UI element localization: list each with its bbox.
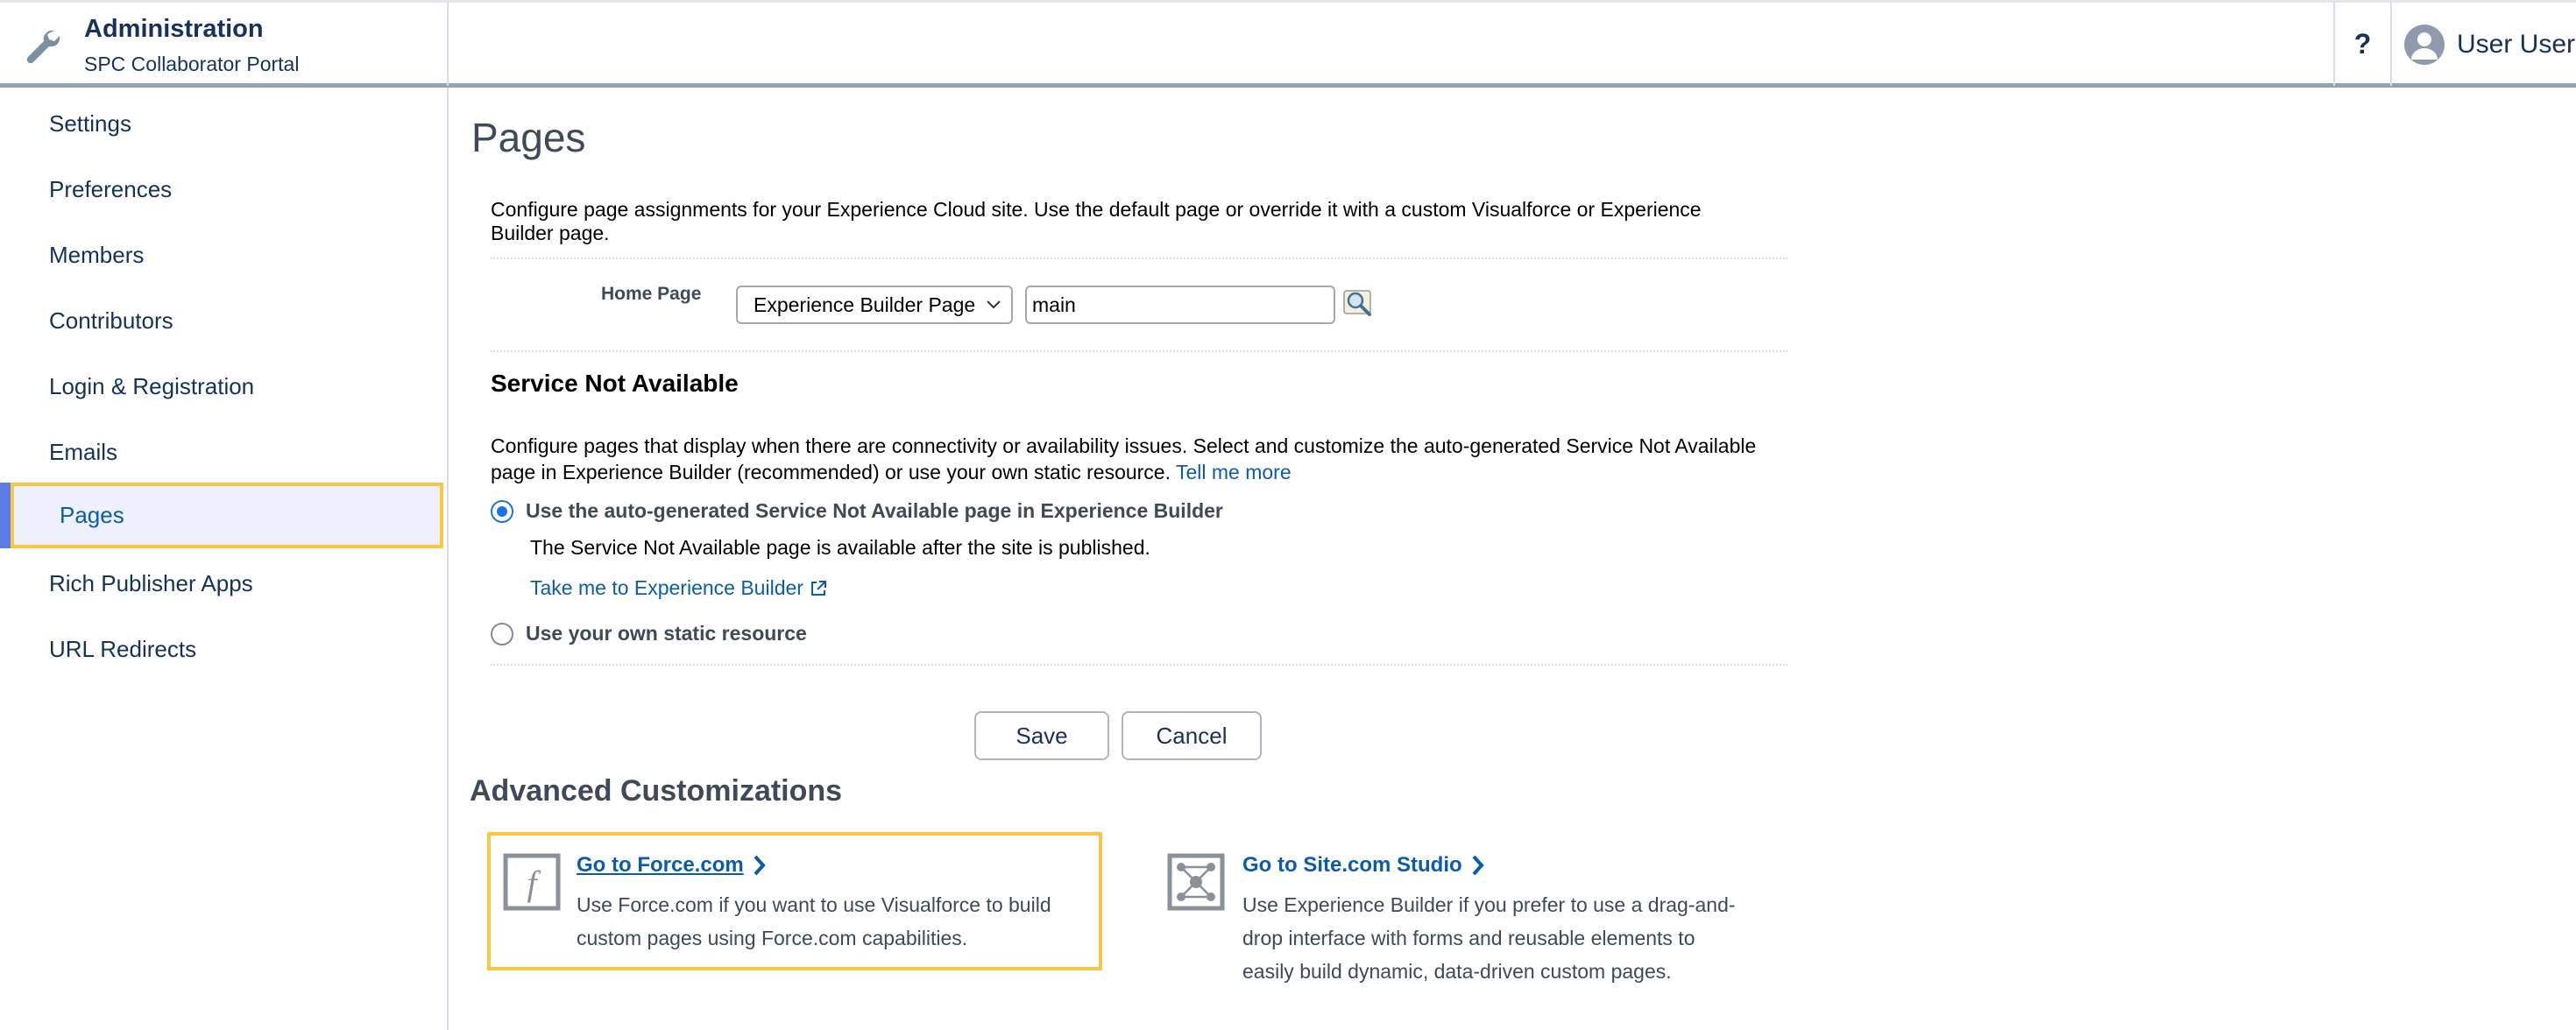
user-icon [2411, 32, 2438, 60]
site-name: SPC Collaborator Portal [84, 53, 300, 75]
force-desc-line: custom pages using Force.com capabilitie… [577, 927, 968, 949]
site-card: Go to Site.com Studio Use Experience Bui… [1167, 832, 1780, 983]
sidebar-item-contributors[interactable]: Contributors [0, 288, 447, 354]
divider [491, 350, 1787, 352]
service-not-available-text: Configure pages that display when there … [491, 434, 1757, 483]
app-title: Administration [84, 15, 264, 43]
experience-builder-link[interactable]: Take me to Experience Builder [530, 576, 828, 600]
user-menu[interactable]: User User [2404, 24, 2575, 66]
site-desc-line: drop interface with forms and reusable e… [1242, 927, 1695, 949]
auto-generated-note: The Service Not Available page is availa… [530, 536, 1150, 559]
home-page-type-select[interactable]: Experience Builder Page [736, 286, 1013, 324]
force-card: f Go to Force.com Use Force.com if you w… [487, 832, 1102, 970]
radio-auto-generated-label: Use the auto-generated Service Not Avail… [526, 499, 1223, 522]
go-to-force-link-text[interactable]: Go to Force.com [577, 853, 744, 878]
advanced-customizations-heading: Advanced Customizations [470, 774, 843, 808]
chevron-down-icon [987, 300, 1001, 309]
radio-auto-generated-control[interactable] [491, 499, 513, 523]
home-page-type-value: Experience Builder Page [754, 293, 976, 316]
radio-static-resource-control[interactable] [491, 622, 513, 646]
wrench-icon [26, 30, 60, 64]
home-page-name-input[interactable] [1025, 286, 1335, 324]
lookup-icon[interactable] [1342, 287, 1376, 319]
force-desc-line: Use Force.com if you want to use Visualf… [577, 893, 1051, 916]
sidebar-item-login-registration[interactable]: Login & Registration [0, 354, 447, 420]
force-f-icon: f [503, 853, 561, 911]
experience-builder-link-text[interactable]: Take me to Experience Builder [530, 576, 803, 600]
service-not-available-description: Configure pages that display when there … [491, 433, 1761, 485]
sidebar-item-settings[interactable]: Settings [0, 91, 447, 157]
sidebar-item-pages[interactable]: Pages [0, 483, 443, 548]
app-brand: Administration SPC Collaborator Portal [0, 3, 449, 86]
admin-sidebar: Settings Preferences Members Contributor… [0, 88, 449, 1030]
force-card-description: Use Force.com if you want to use Visualf… [577, 888, 1051, 955]
page-title: Pages [471, 115, 586, 160]
home-page-label: Home Page [601, 284, 702, 304]
sidebar-item-url-redirects[interactable]: URL Redirects [0, 617, 447, 682]
go-to-site-studio-link[interactable]: Go to Site.com Studio [1242, 853, 1485, 878]
radio-auto-generated[interactable]: Use the auto-generated Service Not Avail… [491, 499, 1223, 523]
main-content: Pages Configure page assignments for you… [450, 88, 2576, 1030]
sidebar-item-members[interactable]: Members [0, 222, 447, 288]
help-button[interactable]: ? [2333, 3, 2392, 86]
save-button[interactable]: Save [974, 711, 1109, 760]
site-studio-icon [1167, 853, 1225, 911]
site-card-description: Use Experience Builder if you prefer to … [1242, 888, 1736, 988]
radio-static-resource[interactable]: Use your own static resource [491, 622, 807, 646]
cancel-button[interactable]: Cancel [1122, 711, 1262, 760]
divider [491, 258, 1787, 259]
tell-me-more-link[interactable]: Tell me more [1176, 461, 1292, 483]
go-to-site-studio-link-text[interactable]: Go to Site.com Studio [1242, 853, 1462, 878]
avatar [2404, 25, 2445, 65]
sidebar-item-preferences[interactable]: Preferences [0, 157, 447, 222]
sidebar-item-emails[interactable]: Emails [0, 420, 447, 485]
site-desc-line: easily build dynamic, data-driven custom… [1242, 960, 1672, 983]
site-desc-line: Use Experience Builder if you prefer to … [1242, 893, 1736, 916]
chevron-right-icon [1472, 855, 1484, 876]
go-to-force-link[interactable]: Go to Force.com [577, 853, 767, 878]
page-intro: Configure page assignments for your Expe… [491, 198, 1702, 244]
radio-static-resource-label: Use your own static resource [526, 622, 807, 645]
sidebar-item-rich-publisher-apps[interactable]: Rich Publisher Apps [0, 551, 447, 617]
divider [491, 664, 1787, 666]
external-link-icon [810, 580, 826, 596]
user-name: User User [2457, 30, 2576, 59]
global-header: Administration SPC Collaborator Portal ?… [0, 0, 2576, 88]
chevron-right-icon [754, 855, 766, 876]
service-not-available-heading: Service Not Available [491, 370, 739, 397]
